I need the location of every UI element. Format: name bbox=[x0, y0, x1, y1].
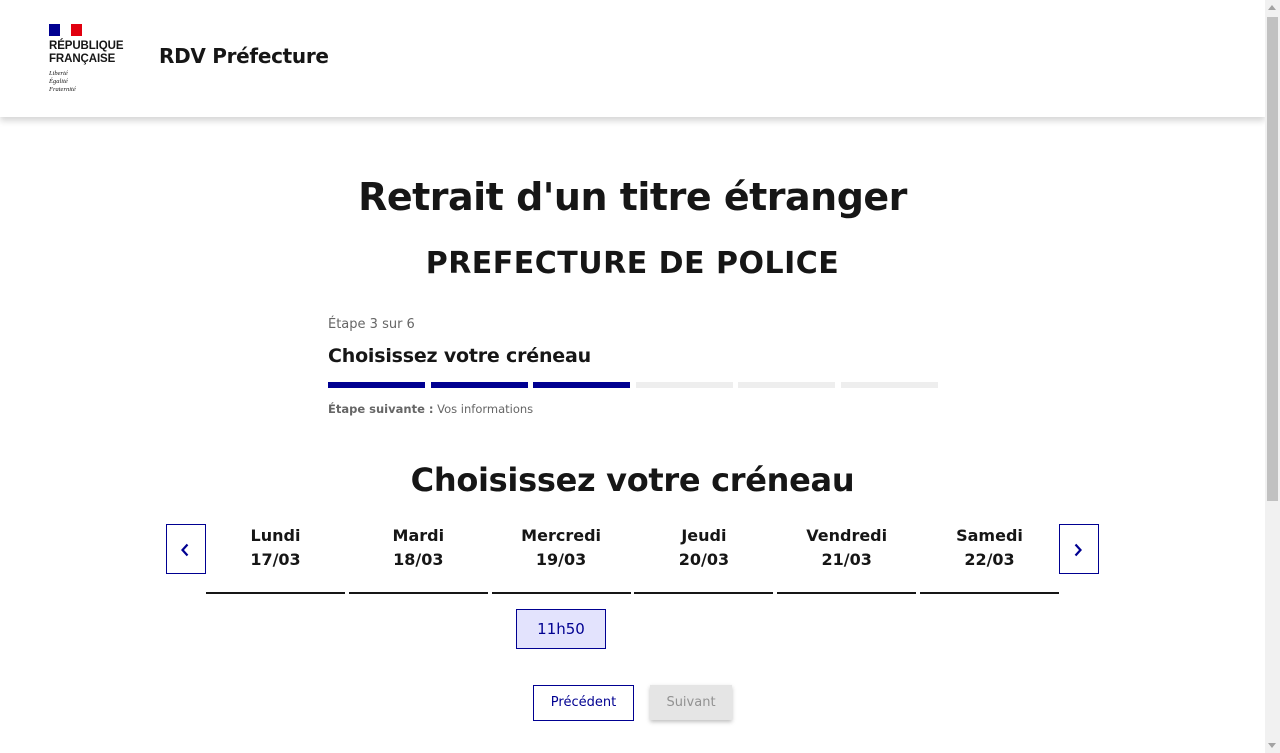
day-name: Jeudi bbox=[681, 526, 727, 545]
day-name: Vendredi bbox=[806, 526, 888, 545]
prefecture-name: PREFECTURE DE POLICE bbox=[425, 246, 840, 281]
stepper-segment-2 bbox=[430, 382, 528, 388]
previous-week-button[interactable] bbox=[166, 524, 206, 574]
next-button[interactable]: Suivant bbox=[650, 685, 732, 720]
logo-motto: Liberté Égalité Fraternité bbox=[49, 70, 76, 93]
chevron-left-icon bbox=[181, 543, 189, 557]
day-date: 22/03 bbox=[964, 550, 1015, 569]
chevron-right-icon bbox=[1074, 543, 1082, 557]
scroll-up-arrow-icon[interactable] bbox=[1268, 5, 1276, 10]
stepper-segment-3 bbox=[533, 382, 631, 388]
day-name: Mercredi bbox=[521, 526, 601, 545]
day-column: Samedi 22/03 bbox=[920, 524, 1059, 594]
page-title: Retrait d'un titre étranger bbox=[358, 175, 907, 219]
day-date: 20/03 bbox=[678, 550, 730, 569]
republique-francaise-logo[interactable]: RÉPUBLIQUE FRANÇAISE Liberté Égalité Fra… bbox=[49, 24, 139, 94]
day-date: 21/03 bbox=[821, 550, 872, 569]
stepper-next-value: Vos informations bbox=[437, 402, 534, 416]
day-date: 17/03 bbox=[250, 550, 301, 569]
scroll-down-arrow-icon[interactable] bbox=[1268, 743, 1276, 748]
stepper-progress bbox=[328, 382, 938, 388]
stepper-title: Choisissez votre créneau bbox=[328, 345, 591, 367]
stepper-next-step: Étape suivante : Vos informations bbox=[328, 402, 533, 416]
french-flag-icon bbox=[49, 24, 82, 36]
stepper-segment-4 bbox=[635, 382, 733, 388]
slot-section-title: Choisissez votre créneau bbox=[410, 461, 855, 499]
day-date: 18/03 bbox=[393, 550, 444, 569]
day-column: Vendredi 21/03 bbox=[777, 524, 917, 594]
stepper-next-label: Étape suivante : bbox=[328, 402, 434, 416]
time-slot-button[interactable]: 11h50 bbox=[516, 609, 606, 649]
page-scrollbar[interactable] bbox=[1265, 0, 1280, 753]
day-column: Mardi 18/03 bbox=[348, 524, 488, 594]
stepper-state: Étape 3 sur 6 bbox=[328, 317, 415, 332]
day-column: Lundi 17/03 bbox=[206, 524, 345, 594]
day-date: 19/03 bbox=[535, 550, 587, 569]
previous-button[interactable]: Précédent bbox=[533, 685, 634, 721]
stepper-segment-5 bbox=[738, 382, 836, 388]
scrollbar-thumb[interactable] bbox=[1267, 17, 1278, 501]
next-week-button[interactable] bbox=[1059, 524, 1099, 574]
day-name: Lundi bbox=[250, 526, 301, 545]
day-column: Mercredi 19/03 bbox=[491, 524, 631, 594]
day-name: Samedi bbox=[956, 526, 1023, 545]
day-name: Mardi bbox=[392, 526, 445, 545]
stepper: Étape 3 sur 6 Choisissez votre créneau É… bbox=[328, 316, 938, 416]
stepper-segment-6 bbox=[841, 382, 938, 388]
site-title[interactable]: RDV Préfecture bbox=[159, 44, 329, 68]
day-column: Jeudi 20/03 bbox=[634, 524, 774, 594]
site-header: RÉPUBLIQUE FRANÇAISE Liberté Égalité Fra… bbox=[0, 0, 1265, 117]
logo-republic-text: RÉPUBLIQUE FRANÇAISE bbox=[49, 40, 124, 65]
stepper-segment-1 bbox=[328, 382, 425, 388]
